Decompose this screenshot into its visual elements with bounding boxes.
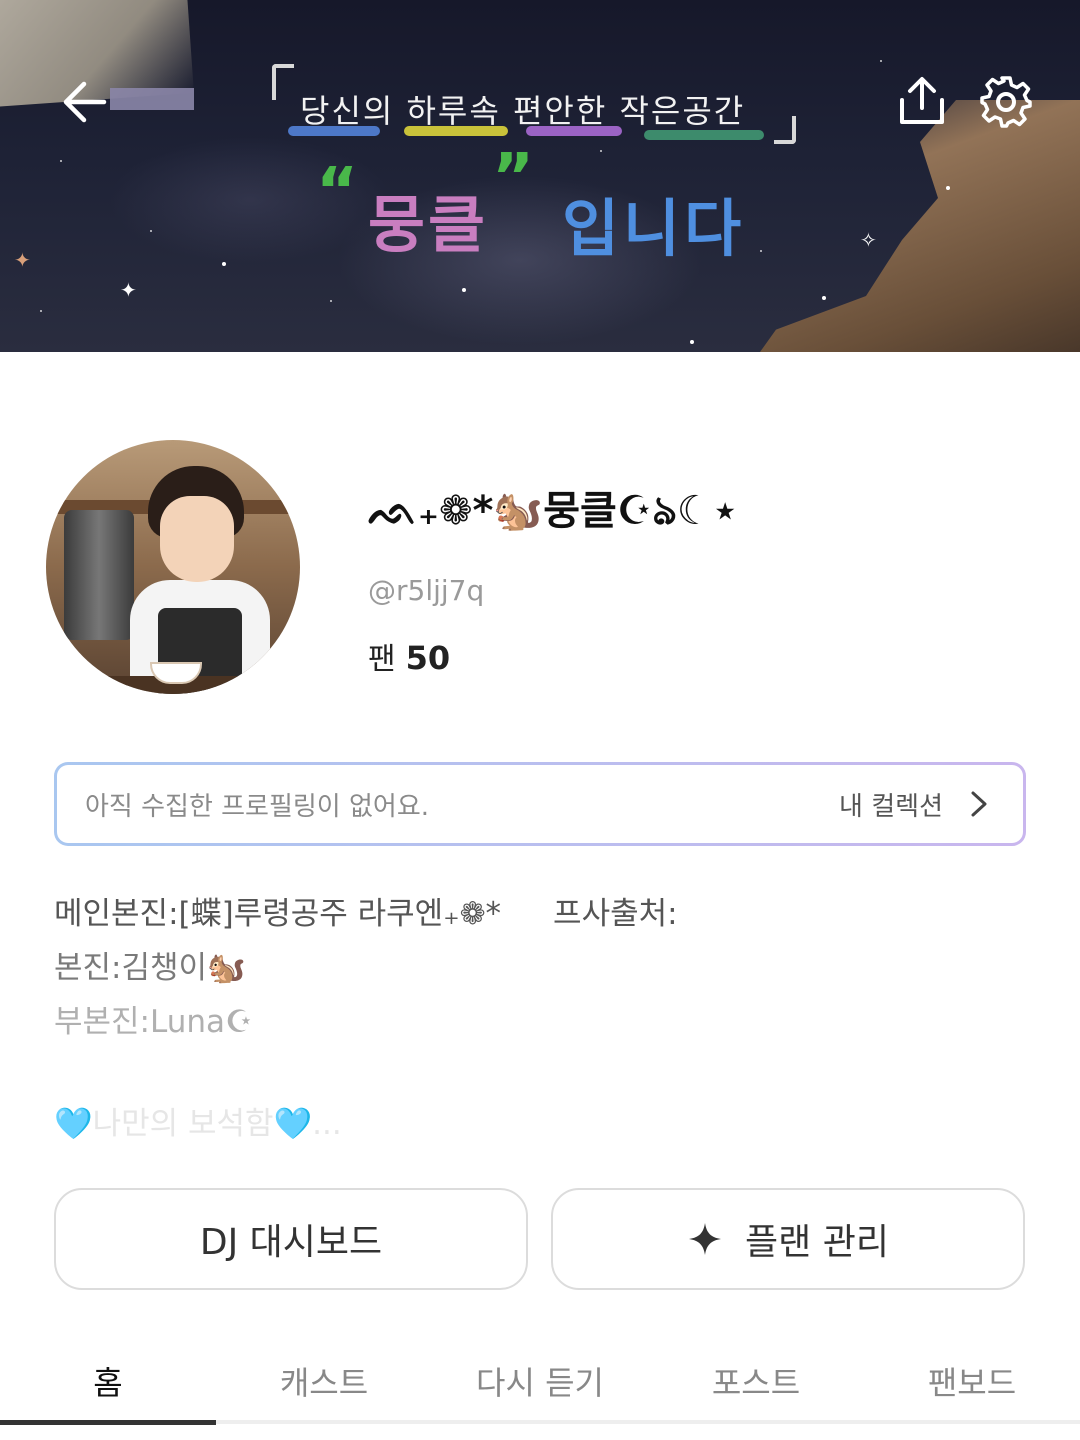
plan-manage-label: 플랜 관리: [745, 1222, 889, 1263]
fan-count-label: 팬: [368, 642, 396, 677]
bio-pic-source: 프사출처:: [553, 896, 678, 932]
tab-active-indicator: [0, 1420, 216, 1425]
sparkle-decoration: ✧: [860, 228, 877, 252]
chevron-right-icon: [971, 791, 987, 817]
bio-line: 부본진:Luna☪︎: [54, 1004, 253, 1040]
banner-open-quote: “: [316, 155, 359, 229]
tab-fanboard[interactable]: 팬보드: [864, 1358, 1080, 1404]
profile-tabs: 홈 캐스트 다시 듣기 포스트 팬보드: [0, 1346, 1080, 1440]
banner-tagline: 당신의 하루속 편안한 작은공간: [300, 92, 746, 130]
bio-line: 메인본진:[蝶]루령공주 라쿠엔₊❁* 프사출처:: [54, 888, 678, 933]
plan-manage-button[interactable]: 플랜 관리: [551, 1188, 1025, 1290]
share-upload-icon: [900, 77, 944, 124]
avatar-art: [160, 496, 234, 582]
tab-cast[interactable]: 캐스트: [216, 1358, 432, 1404]
dj-dashboard-label: DJ 대시보드: [199, 1222, 383, 1263]
sparkle-decoration: ✦: [120, 278, 137, 302]
star-dot: [690, 340, 694, 344]
tab-post[interactable]: 포스트: [648, 1358, 864, 1404]
banner-bracket-right: [774, 116, 796, 144]
star-dot: [150, 230, 152, 232]
banner-title-word: 뭉클: [368, 188, 489, 261]
profile-handle: @r5ljj7q: [368, 574, 485, 607]
share-button[interactable]: [894, 74, 950, 130]
star-dot: [330, 300, 332, 302]
bio-main-fandom: 메인본진:[蝶]루령공주 라쿠엔₊❁*: [54, 896, 502, 932]
banner-tape-decoration: [110, 88, 194, 110]
arrow-left-icon: [63, 81, 107, 123]
bio-line: 본진:김챙이🐿️: [54, 950, 246, 986]
star-dot: [462, 288, 466, 292]
banner-title-word2: 입니다: [562, 192, 746, 265]
star-dot: [60, 160, 62, 162]
sparkle-decoration: ✦: [14, 248, 31, 272]
fan-count-value: 50: [405, 639, 451, 677]
sparkle-icon: [689, 1223, 722, 1255]
star-dot: [600, 150, 602, 152]
avatar[interactable]: [46, 440, 300, 694]
star-dot: [880, 60, 882, 62]
star-dot: [946, 186, 950, 190]
star-dot: [222, 262, 226, 266]
star-dot: [822, 296, 826, 300]
star-dot: [760, 250, 762, 252]
fan-count[interactable]: 팬 50: [368, 634, 450, 678]
profile-display-name: ᨒ₊❁*🐿️뭉클☪︎ঌ☾⋆: [368, 488, 738, 534]
my-collection-link[interactable]: 내 컬렉션: [839, 786, 995, 823]
bio-line-faded[interactable]: 🩵나만의 보석함🩵...: [54, 1098, 342, 1143]
banner-bracket-left: [272, 64, 294, 100]
collection-empty-text: 아직 수집한 프로필링이 없어요.: [85, 791, 430, 822]
avatar-art: [64, 510, 134, 640]
banner-close-quote: ”: [492, 141, 535, 215]
tab-replay[interactable]: 다시 듣기: [432, 1358, 648, 1404]
settings-button[interactable]: [978, 74, 1034, 130]
star-dot: [40, 310, 42, 312]
tab-home[interactable]: 홈: [0, 1358, 216, 1404]
gear-icon: [980, 76, 1032, 128]
collection-bar[interactable]: 아직 수집한 프로필링이 없어요. 내 컬렉션: [54, 762, 1026, 846]
profile-banner: ✦ ✦ ✧ 당신의 하루속 편안한 작은공간 “ ” 뭉클 입니다: [0, 0, 1080, 352]
my-collection-label: 내 컬렉션: [839, 791, 943, 822]
dj-dashboard-button[interactable]: DJ 대시보드: [54, 1188, 528, 1290]
back-button[interactable]: [58, 74, 114, 130]
